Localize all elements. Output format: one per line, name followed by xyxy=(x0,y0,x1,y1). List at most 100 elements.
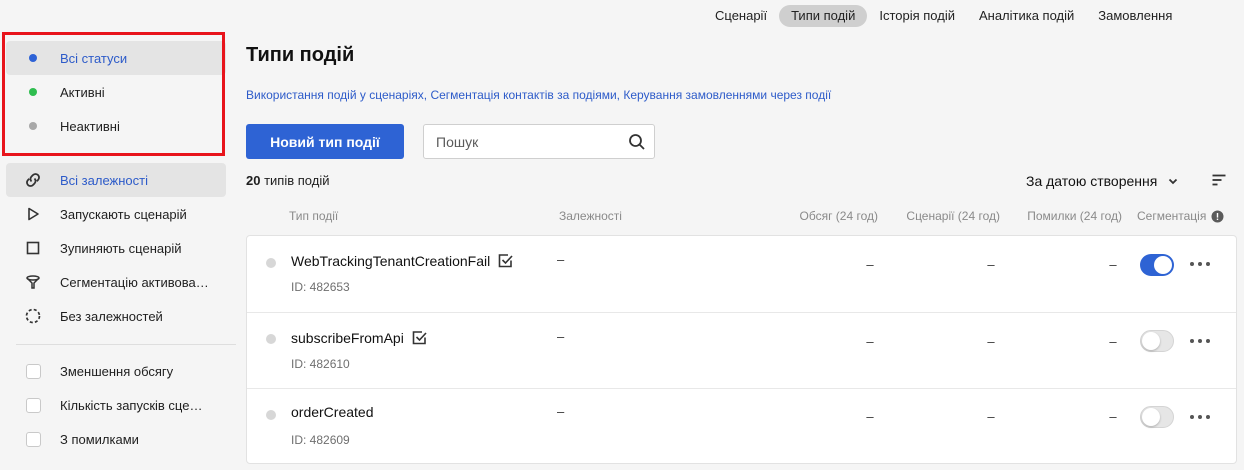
table-row: orderCreated ID: 482609 – – – – xyxy=(247,388,1236,464)
sidebar-item-stop-scenario[interactable]: Зупиняють сценарій xyxy=(6,231,226,265)
tab-event-history[interactable]: Історія подій xyxy=(867,5,967,27)
sidebar-filter-scenario-runs[interactable]: Кількість запусків сце… xyxy=(6,388,226,422)
toggle-knob xyxy=(1142,332,1160,350)
sidebar-item-label: Всі статуси xyxy=(60,50,128,66)
event-name: WebTrackingTenantCreationFail xyxy=(291,252,491,269)
sidebar-item-all-dependencies[interactable]: Всі залежності xyxy=(6,163,226,197)
sort-order-icon[interactable] xyxy=(1211,172,1227,188)
sidebar-item-segmentation[interactable]: Сегментацію активова… xyxy=(6,265,226,299)
errors-value: – xyxy=(1109,334,1117,349)
help-links: Використання подій у сценаріях, Сегмента… xyxy=(246,88,832,102)
event-name-link[interactable]: subscribeFromApi xyxy=(291,329,428,346)
scenarios-value: – xyxy=(987,257,995,272)
volume-value: – xyxy=(866,409,874,424)
count-text: типів подій xyxy=(264,173,330,188)
toggle-knob xyxy=(1142,408,1160,426)
sort-select[interactable]: За датою створення xyxy=(1026,170,1179,192)
verified-check-icon xyxy=(411,329,428,346)
sidebar-item-active[interactable]: Активні xyxy=(6,75,226,109)
event-name-link[interactable]: WebTrackingTenantCreationFail xyxy=(291,252,514,269)
volume-value: – xyxy=(866,334,874,349)
errors-value: – xyxy=(1109,257,1117,272)
status-dot-icon xyxy=(266,334,276,344)
tab-event-types[interactable]: Типи подій xyxy=(779,5,868,27)
table-row: WebTrackingTenantCreationFail ID: 482653… xyxy=(247,236,1236,312)
scenarios-value: – xyxy=(987,334,995,349)
errors-value: – xyxy=(1109,409,1117,424)
no-link-icon xyxy=(25,308,41,324)
filter-icon xyxy=(26,275,40,289)
page-title: Типи подій xyxy=(246,44,355,66)
event-id: ID: 482610 xyxy=(291,357,350,371)
dependencies-value: – xyxy=(557,404,565,419)
column-header-type: Тип події xyxy=(289,209,339,223)
sidebar-item-label: Зупиняють сценарій xyxy=(60,240,182,256)
sidebar-item-start-scenario[interactable]: Запускають сценарій xyxy=(6,197,226,231)
volume-value: – xyxy=(866,257,874,272)
segmentation-toggle[interactable] xyxy=(1140,254,1174,276)
table-row: subscribeFromApi ID: 482610 – – – – xyxy=(247,312,1236,388)
event-types-table: WebTrackingTenantCreationFail ID: 482653… xyxy=(246,235,1237,464)
stop-icon xyxy=(26,241,40,255)
segmentation-toggle[interactable] xyxy=(1140,406,1174,428)
search-box xyxy=(423,124,655,159)
status-dot-icon xyxy=(266,258,276,268)
more-actions-icon[interactable] xyxy=(1190,257,1210,271)
sidebar-filter-with-errors[interactable]: З помилками xyxy=(6,422,226,456)
search-input[interactable] xyxy=(424,125,620,158)
sidebar: Всі статуси Активні Неактивні Всі залежн… xyxy=(0,0,236,470)
checkbox[interactable] xyxy=(25,431,41,447)
dependencies-value: – xyxy=(557,252,565,267)
column-header-dependencies: Залежності xyxy=(559,209,622,223)
sidebar-divider xyxy=(16,344,236,345)
sidebar-filter-volume-decrease[interactable]: Зменшення обсягу xyxy=(6,354,226,388)
tab-scenarios[interactable]: Сценарії xyxy=(703,5,779,27)
link-icon xyxy=(26,173,40,187)
more-actions-icon[interactable] xyxy=(1190,334,1210,348)
help-link-scenarios[interactable]: Використання подій у сценаріях xyxy=(246,88,424,102)
help-link-segmentation[interactable]: Сегментація контактів за подіями xyxy=(430,88,616,102)
column-header-errors: Помилки (24 год) xyxy=(1027,209,1122,223)
sidebar-item-label: Неактивні xyxy=(60,118,120,134)
sidebar-item-label: Сегментацію активова… xyxy=(60,274,209,290)
sidebar-item-label: Запускають сценарій xyxy=(60,206,187,222)
tab-event-analytics[interactable]: Аналітика подій xyxy=(967,5,1086,27)
event-type-count: 20 типів подій xyxy=(246,173,329,188)
event-id: ID: 482653 xyxy=(291,280,350,294)
column-header-scenarios: Сценарії (24 год) xyxy=(906,209,1000,223)
tab-orders[interactable]: Замовлення xyxy=(1086,5,1184,27)
status-dot-icon xyxy=(29,54,37,62)
event-name-link[interactable]: orderCreated xyxy=(291,404,374,420)
play-icon xyxy=(28,207,39,221)
sidebar-item-label: З помилками xyxy=(60,431,139,447)
top-navigation: Сценарії Типи подій Історія подій Аналіт… xyxy=(703,5,1184,27)
sort-label: За датою створення xyxy=(1026,173,1158,189)
checkbox[interactable] xyxy=(25,363,41,379)
dependencies-value: – xyxy=(557,329,565,344)
sidebar-item-label: Без залежностей xyxy=(60,308,163,324)
info-icon[interactable] xyxy=(1211,210,1224,223)
event-name: subscribeFromApi xyxy=(291,329,404,346)
more-actions-icon[interactable] xyxy=(1190,410,1210,424)
scenarios-value: – xyxy=(987,409,995,424)
toggle-knob xyxy=(1154,256,1172,274)
search-icon[interactable] xyxy=(620,124,654,159)
sidebar-item-label: Кількість запусків сце… xyxy=(60,397,203,413)
segmentation-toggle[interactable] xyxy=(1140,330,1174,352)
sidebar-item-label: Активні xyxy=(60,84,105,100)
sidebar-item-no-dependencies[interactable]: Без залежностей xyxy=(6,299,226,333)
count-number: 20 xyxy=(246,173,261,188)
sidebar-item-label: Всі залежності xyxy=(60,172,148,188)
verified-check-icon xyxy=(497,252,514,269)
chevron-down-icon xyxy=(1169,178,1178,185)
status-dot-icon xyxy=(29,122,37,130)
sidebar-item-label: Зменшення обсягу xyxy=(60,363,174,379)
help-link-orders[interactable]: Керування замовленнями через події xyxy=(623,88,831,102)
column-header-volume: Обсяг (24 год) xyxy=(799,209,878,223)
checkbox[interactable] xyxy=(25,397,41,413)
new-event-type-button[interactable]: Новий тип події xyxy=(246,124,404,159)
sidebar-item-inactive[interactable]: Неактивні xyxy=(6,109,226,143)
status-dot-icon xyxy=(266,410,276,420)
event-name: orderCreated xyxy=(291,404,374,420)
sidebar-item-all-statuses[interactable]: Всі статуси xyxy=(6,41,226,75)
